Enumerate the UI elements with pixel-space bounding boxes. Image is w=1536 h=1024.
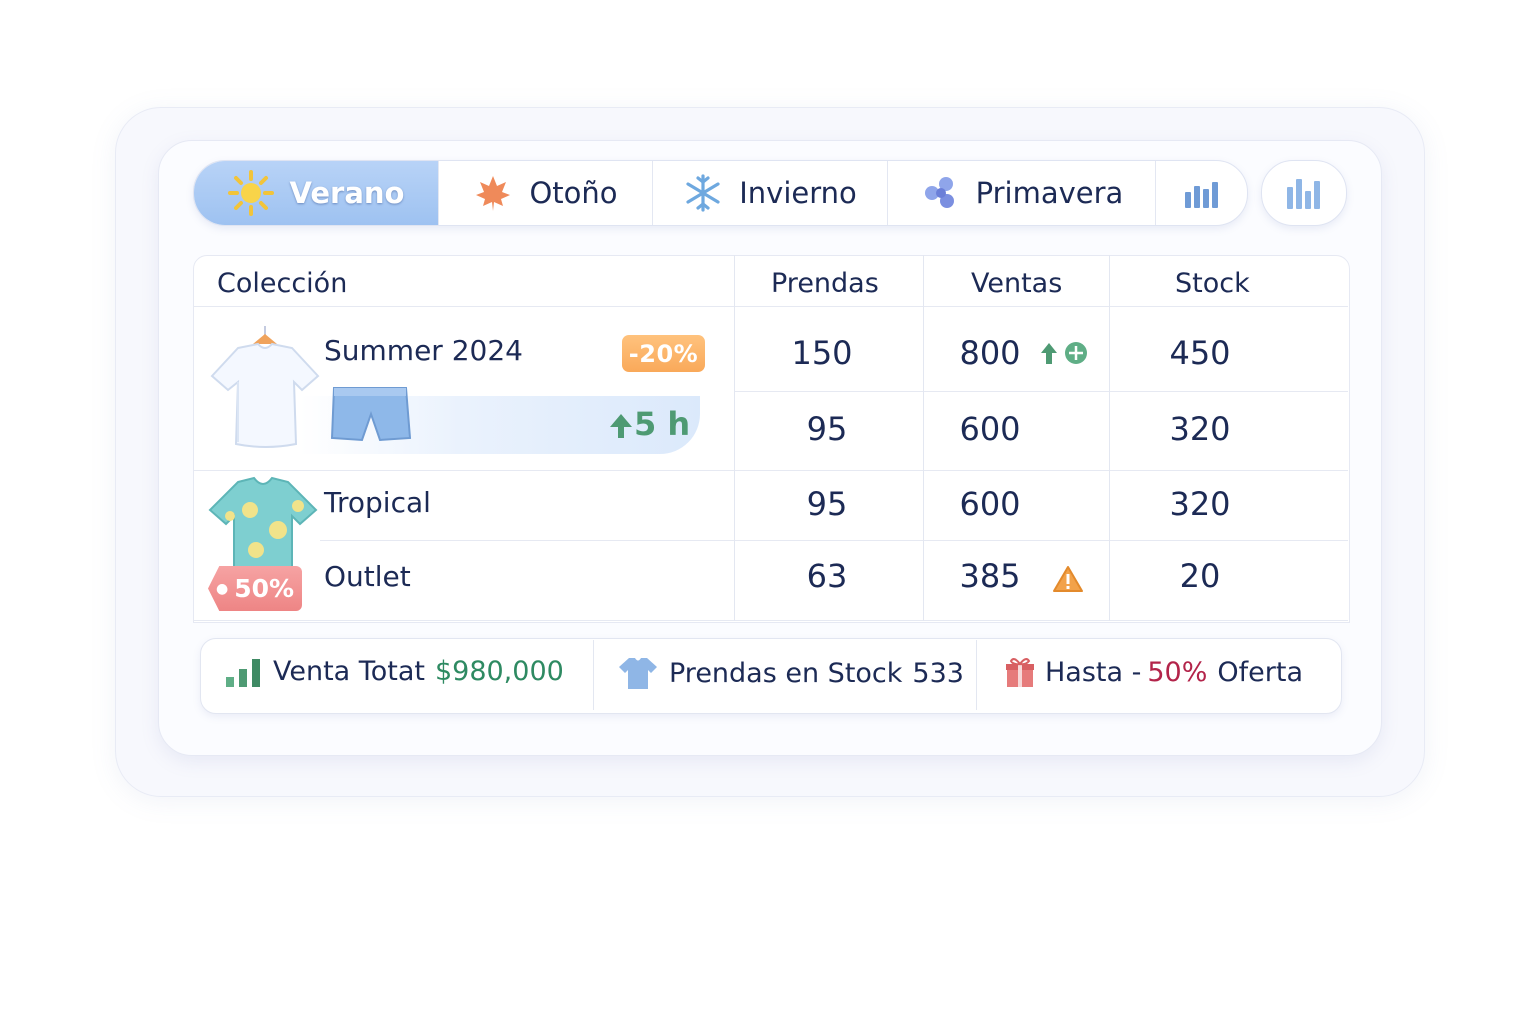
bar-chart-icon <box>1184 182 1218 208</box>
discount-tag: ● 50% <box>208 566 302 611</box>
signal-bars-icon <box>226 658 260 687</box>
tab-label: Invierno <box>739 176 857 210</box>
offer-prefix: Hasta - <box>1045 656 1142 688</box>
shorts-icon <box>330 387 412 442</box>
cell-ventas: 600 <box>959 485 1021 523</box>
sun-icon <box>227 170 274 216</box>
warning-icon <box>1053 566 1083 592</box>
tab-chart[interactable] <box>1156 161 1247 225</box>
discount-badge: -20% <box>622 335 705 372</box>
tab-verano[interactable]: Verano <box>194 161 439 225</box>
cell-prendas: 63 <box>806 557 848 595</box>
divider <box>320 540 1348 541</box>
tab-label: Verano <box>289 176 405 210</box>
cell-stock: 20 <box>1179 557 1221 595</box>
cell-prendas: 150 <box>791 334 853 372</box>
header-ventas[interactable]: Ventas <box>971 268 1062 299</box>
tab-label: Primavera <box>975 176 1124 210</box>
cell-prendas: 95 <box>806 485 848 523</box>
collection-name[interactable]: Tropical <box>324 486 431 519</box>
timer-label: 5 h <box>634 405 691 443</box>
divider <box>193 306 1348 307</box>
divider <box>976 640 977 710</box>
total-sales: Venta Totat $980,000 <box>225 656 564 687</box>
offer-value: 50% <box>1147 656 1208 688</box>
hawaiian-shirt-icon <box>208 476 318 575</box>
cell-stock: 320 <box>1169 410 1231 448</box>
divider <box>923 255 924 621</box>
header-prendas[interactable]: Prendas <box>771 268 879 299</box>
maple-leaf-icon <box>476 176 511 211</box>
trend-up-icon <box>610 414 632 438</box>
header-coleccion[interactable]: Colección <box>217 268 347 299</box>
total-sales-value: $980,000 <box>434 656 564 687</box>
cell-prendas: 95 <box>806 410 848 448</box>
divider <box>734 255 735 621</box>
tab-primavera[interactable]: Primavera <box>888 161 1156 225</box>
header-stock[interactable]: Stock <box>1175 268 1250 299</box>
cell-stock: 320 <box>1169 485 1231 523</box>
chart-view-button[interactable] <box>1261 160 1347 226</box>
stock-summary-value: 533 <box>912 657 964 689</box>
tshirt-icon <box>619 658 657 689</box>
divider <box>193 620 1348 621</box>
cell-ventas: 800 <box>959 334 1021 372</box>
cell-stock: 450 <box>1169 334 1231 372</box>
gift-icon <box>1006 658 1034 687</box>
cell-ventas: 385 <box>959 557 1021 595</box>
snowflake-icon <box>686 174 720 212</box>
divider <box>1109 255 1110 621</box>
divider <box>593 640 594 710</box>
total-sales-label: Venta Totat <box>273 656 425 687</box>
divider <box>735 391 1348 392</box>
tab-label: Otoño <box>529 176 618 210</box>
collection-name[interactable]: Outlet <box>324 560 411 593</box>
offer-summary: Hasta - 50% Oferta <box>1005 656 1303 688</box>
bar-chart-icon <box>1287 179 1320 209</box>
discount-tag-label: 50% <box>234 574 295 603</box>
stock-summary-label: Prendas en Stock <box>669 657 903 689</box>
offer-suffix: Oferta <box>1217 656 1303 688</box>
stock-summary: Prendas en Stock 533 <box>617 656 964 690</box>
tshirt-icon <box>210 326 320 448</box>
collection-name[interactable]: Summer 2024 <box>324 334 523 367</box>
cell-ventas: 600 <box>959 410 1021 448</box>
tab-invierno[interactable]: Invierno <box>653 161 888 225</box>
divider <box>193 470 1348 471</box>
trend-up-icon <box>1041 342 1087 364</box>
flower-icon <box>924 177 954 208</box>
tab-otono[interactable]: Otoño <box>439 161 653 225</box>
season-tabs: Verano Otoño Invierno Primavera <box>193 160 1248 226</box>
